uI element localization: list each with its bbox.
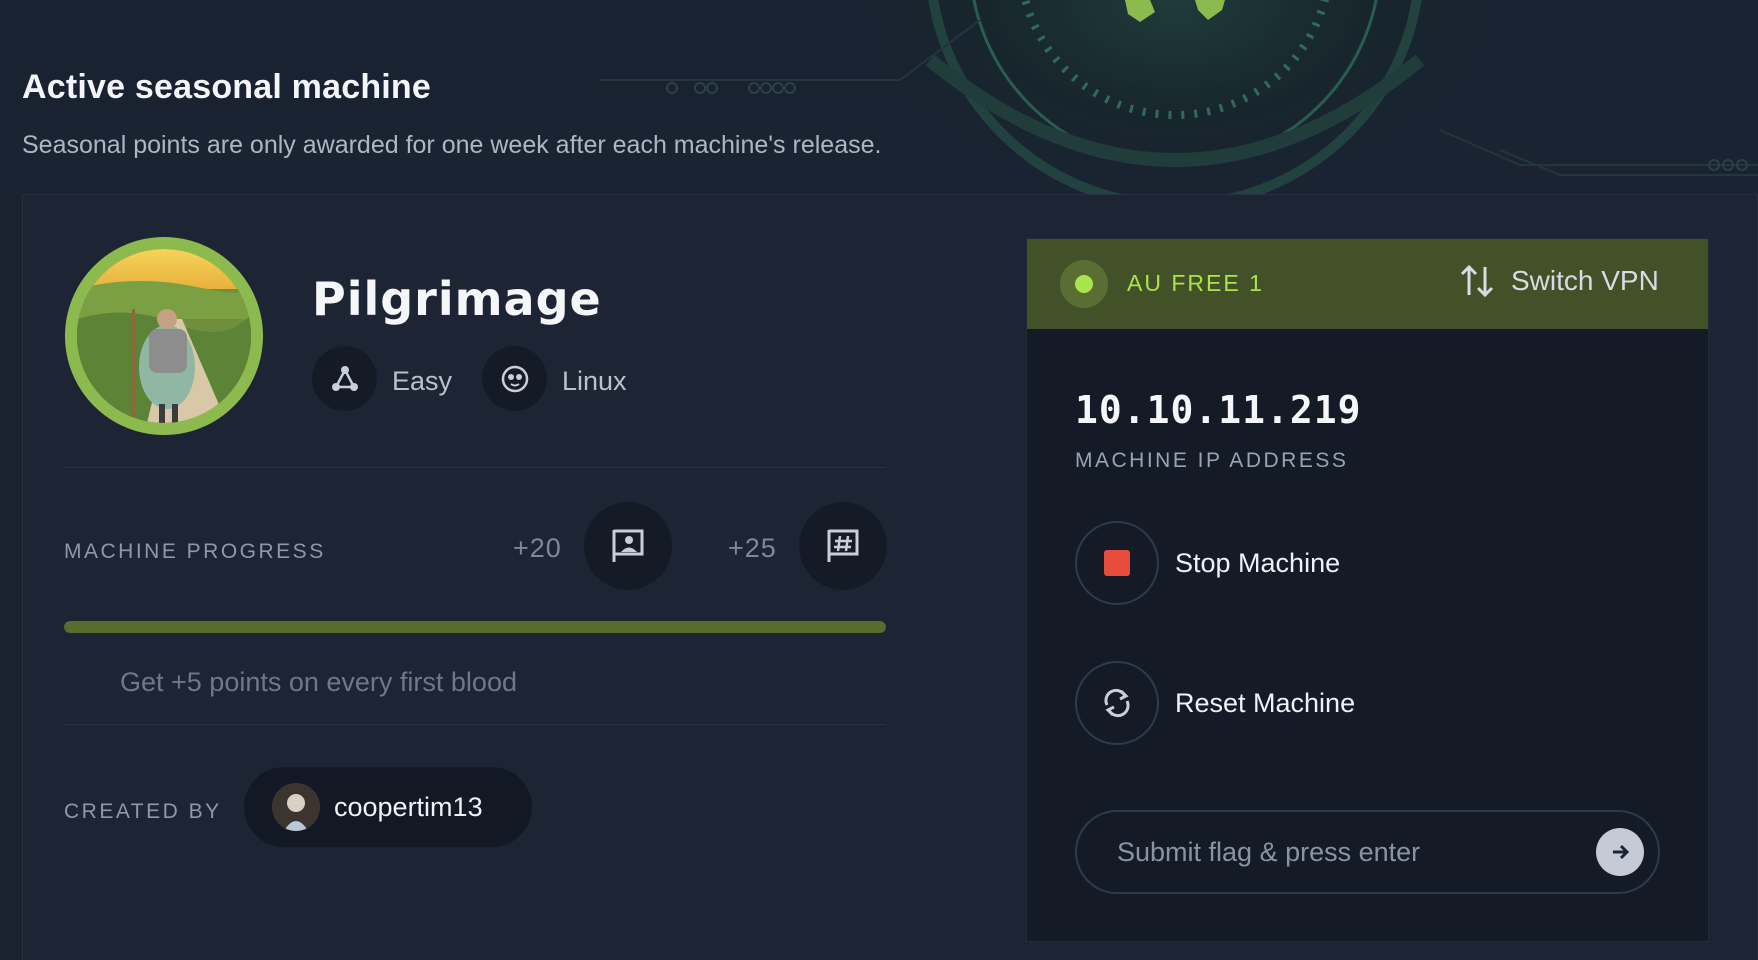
user-flag-icon — [612, 529, 644, 562]
arrow-right-icon — [1613, 844, 1630, 860]
machine-control-panel: AU FREE 1 Switch VPN 10.10.11.219 MACHIN… — [1026, 238, 1709, 942]
root-flag-icon — [827, 529, 859, 562]
machine-avatar — [65, 237, 263, 435]
pilgrim-avatar-icon — [77, 249, 251, 423]
machine-ip-label: MACHINE IP ADDRESS — [1075, 449, 1349, 472]
stop-machine-button[interactable]: Stop Machine — [1075, 521, 1340, 605]
creator-avatar — [272, 783, 320, 831]
machine-progress-label: MACHINE PROGRESS — [64, 540, 326, 563]
vpn-bar: AU FREE 1 Switch VPN — [1027, 239, 1708, 329]
section-title: Active seasonal machine — [22, 68, 432, 106]
reset-machine-button[interactable]: Reset Machine — [1075, 661, 1355, 745]
vpn-server-name: AU FREE 1 — [1127, 270, 1264, 296]
linux-os-icon — [482, 346, 547, 411]
created-by-label: CREATED BY — [64, 800, 222, 823]
root-flag-button[interactable] — [799, 502, 887, 590]
progress-bar — [64, 621, 886, 633]
stop-machine-label: Stop Machine — [1175, 547, 1341, 578]
machine-ip: 10.10.11.219 — [1075, 388, 1362, 432]
section-subtitle: Seasonal points are only awarded for one… — [22, 131, 882, 159]
stop-icon-wrap — [1075, 521, 1159, 605]
user-points: +20 — [513, 533, 562, 563]
vpn-status-dot — [1075, 275, 1093, 293]
flag-input[interactable] — [1117, 836, 1596, 868]
difficulty-icon — [312, 346, 377, 411]
first-blood-hint: Get +5 points on every first blood — [120, 667, 517, 697]
machine-name: Pilgrimage — [312, 272, 602, 326]
refresh-icon — [1104, 688, 1130, 718]
vpn-status-indicator — [1060, 260, 1108, 308]
creator-name: coopertim13 — [334, 791, 483, 822]
os-label: Linux — [562, 366, 627, 396]
stop-icon — [1104, 550, 1130, 576]
switch-vpn-label: Switch VPN — [1511, 265, 1659, 296]
divider — [64, 724, 886, 725]
reset-icon-wrap — [1075, 661, 1159, 745]
flag-submit-field — [1075, 810, 1660, 894]
divider — [64, 467, 886, 468]
swap-arrows-icon — [1460, 264, 1494, 298]
submit-flag-button[interactable] — [1596, 828, 1644, 876]
difficulty-label: Easy — [392, 366, 453, 396]
user-flag-button[interactable] — [584, 502, 672, 590]
switch-vpn-button[interactable]: Switch VPN — [1457, 261, 1659, 301]
progress-bar-fill — [64, 621, 886, 633]
root-points: +25 — [728, 533, 777, 563]
creator-profile-link[interactable]: coopertim13 — [244, 767, 532, 847]
hero-banner: Active seasonal machine Seasonal points … — [0, 0, 1758, 195]
reset-machine-label: Reset Machine — [1175, 687, 1356, 718]
